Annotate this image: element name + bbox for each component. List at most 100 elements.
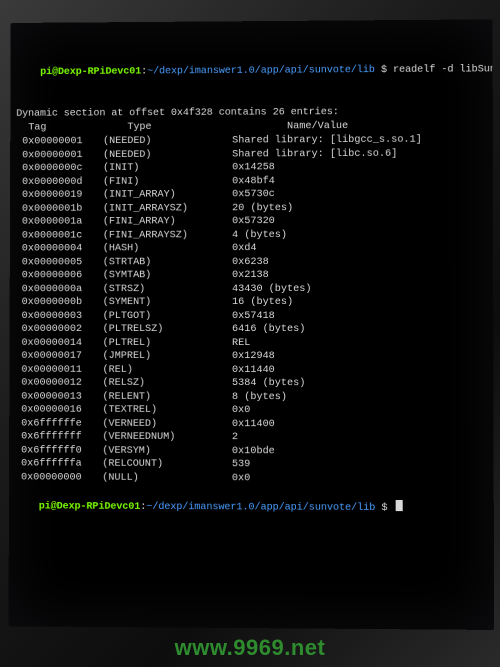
terminal-screen[interactable]: pi@Dexp-RPiDevc01:~/dexp/imanswer1.0/app… — [9, 19, 495, 630]
cell-tag: 0x6ffffff0 — [15, 444, 102, 458]
cell-value: 5384 (bytes) — [232, 377, 487, 391]
cell-value: 0x10bde — [232, 445, 488, 459]
cell-value: REL — [232, 336, 487, 350]
cell-tag: 0x6ffffffa — [15, 457, 102, 471]
cell-value: 0x11400 — [232, 418, 488, 432]
cell-tag: 0x0000000d — [16, 175, 103, 189]
cell-tag: 0x00000003 — [16, 310, 103, 323]
cell-tag: 0x0000000c — [16, 162, 103, 176]
cell-type: (HASH) — [103, 242, 232, 256]
cell-tag: 0x0000001c — [16, 229, 103, 243]
table-row: 0x00000016(TEXTREL)0x0 — [15, 404, 487, 419]
prompt-path: ~/dexp/imanswer1.0/app/api/sunvote/lib — [146, 502, 375, 514]
cell-value: 0x5730c — [232, 187, 487, 201]
cell-type: (STRTAB) — [103, 256, 232, 270]
table-row: 0x00000014(PLTREL)REL — [15, 336, 487, 350]
cell-value: 0x0 — [232, 472, 488, 487]
col-header-type: Type — [103, 121, 232, 136]
table-row: 0x00000006(SYMTAB)0x2138 — [16, 269, 487, 283]
prompt-line-1: pi@Dexp-RPiDevc01:~/dexp/imanswer1.0/app… — [16, 49, 486, 94]
table-row: 0x0000001b(INIT_ARRAYSZ)20 (bytes) — [16, 201, 487, 216]
cell-value: 16 (bytes) — [232, 296, 487, 310]
table-row: 0x00000017(JMPREL)0x12948 — [15, 350, 487, 364]
cell-tag: 0x00000019 — [16, 189, 103, 203]
cell-tag: 0x00000002 — [15, 323, 102, 336]
cell-tag: 0x00000006 — [16, 269, 103, 283]
watermark-text: www.9969.net — [0, 635, 500, 661]
cell-tag: 0x00000014 — [15, 336, 102, 349]
prompt-path: ~/dexp/imanswer1.0/app/api/sunvote/lib — [147, 65, 375, 77]
cell-type: (INIT) — [103, 161, 232, 175]
table-row: 0x0000001a(FINI_ARRAY)0x57320 — [16, 215, 487, 230]
cell-tag: 0x00000012 — [15, 377, 102, 391]
cell-type: (VERNEED) — [102, 417, 232, 431]
cell-value: Shared library: [libgcc_s.so.1] — [232, 133, 487, 148]
cell-type: (FINI) — [103, 175, 232, 189]
prompt-line-2[interactable]: pi@Dexp-RPiDevc01:~/dexp/imanswer1.0/app… — [15, 484, 488, 530]
table-row: 0x00000013(RELENT)8 (bytes) — [15, 390, 487, 404]
table-row: 0x00000019(INIT_ARRAY)0x5730c — [16, 187, 487, 202]
cell-type: (NULL) — [102, 471, 232, 485]
col-header-tag: Tag — [16, 121, 103, 135]
cell-type: (PLTRELSZ) — [103, 323, 232, 336]
cell-type: (FINI_ARRAY) — [103, 215, 232, 229]
cell-tag: 0x0000001a — [16, 216, 103, 230]
cell-type: (PLTREL) — [103, 336, 232, 350]
prompt-userhost: pi@Dexp-RPiDevc01 — [39, 501, 141, 512]
prompt-dollar: $ — [375, 65, 393, 76]
cell-type: (PLTGOT) — [103, 310, 232, 323]
cell-type: (INIT_ARRAY) — [103, 188, 232, 202]
table-row: 0x6fffffff(VERNEEDNUM)2 — [15, 430, 487, 445]
cell-value: 43430 (bytes) — [232, 282, 487, 296]
cell-tag: 0x00000013 — [15, 390, 102, 404]
cell-type: (FINI_ARRAYSZ) — [103, 229, 232, 243]
cell-type: (SYMENT) — [103, 296, 232, 310]
cell-type: (VERSYM) — [102, 444, 232, 458]
table-row: 0x00000003(PLTGOT)0x57418 — [16, 309, 488, 323]
cell-value: 0x2138 — [232, 269, 487, 283]
cell-tag: 0x6fffffff — [15, 430, 102, 444]
table-row: 0x00000000(NULL)0x0 — [15, 471, 488, 486]
table-row: 0x00000004(HASH)0xd4 — [16, 242, 487, 256]
cell-value: 0x0 — [232, 404, 488, 418]
cell-tag: 0x00000004 — [16, 242, 103, 256]
table-row: 0x0000000b(SYMENT)16 (bytes) — [16, 296, 488, 310]
table-row: 0x0000001c(FINI_ARRAYSZ)4 (bytes) — [16, 228, 487, 243]
table-row: 0x00000011(REL)0x11440 — [15, 363, 487, 377]
command-text: readelf -d libSunV — [393, 64, 494, 76]
col-header-value: Name/Value — [232, 119, 487, 134]
table-row: 0x6ffffffe(VERNEED)0x11400 — [15, 417, 487, 432]
cell-tag: 0x00000000 — [15, 471, 102, 485]
cell-value: 0xd4 — [232, 242, 487, 256]
cell-tag: 0x00000001 — [16, 135, 103, 149]
cell-type: (NEEDED) — [103, 135, 232, 149]
cell-tag: 0x00000011 — [15, 363, 102, 377]
cell-type: (SYMTAB) — [103, 269, 232, 283]
cell-value: 0x57418 — [232, 309, 487, 323]
prompt-userhost: pi@Dexp-RPiDevc01 — [40, 67, 141, 79]
table-row: 0x00000005(STRTAB)0x6238 — [16, 255, 487, 269]
cell-tag: 0x00000017 — [15, 350, 102, 364]
cell-tag: 0x00000001 — [16, 149, 103, 163]
cell-tag: 0x00000016 — [15, 404, 102, 418]
table-row: 0x0000000a(STRSZ)43430 (bytes) — [16, 282, 488, 296]
cell-value: 2 — [232, 431, 488, 445]
cell-value: 4 (bytes) — [232, 228, 487, 242]
cell-value: 539 — [232, 458, 488, 472]
cell-tag: 0x6ffffffe — [15, 417, 102, 431]
table-row: 0x00000012(RELSZ)5384 (bytes) — [15, 377, 487, 391]
cell-value: 0x57320 — [232, 215, 487, 229]
prompt-dollar: $ — [375, 503, 393, 514]
cell-type: (VERNEEDNUM) — [102, 431, 232, 445]
cell-type: (RELSZ) — [102, 377, 232, 391]
cell-value: 0x6238 — [232, 255, 487, 269]
cell-value: 0x12948 — [232, 350, 487, 364]
cell-value: 0x48bf4 — [232, 174, 487, 188]
cell-tag: 0x0000000b — [16, 296, 103, 309]
cell-type: (INIT_ARRAYSZ) — [103, 202, 232, 216]
cell-value: Shared library: [libc.so.6] — [232, 147, 487, 162]
cell-value: 20 (bytes) — [232, 201, 487, 215]
cell-value: 0x11440 — [232, 363, 487, 377]
cell-type: (REL) — [103, 363, 232, 377]
cell-type: (JMPREL) — [103, 350, 232, 364]
